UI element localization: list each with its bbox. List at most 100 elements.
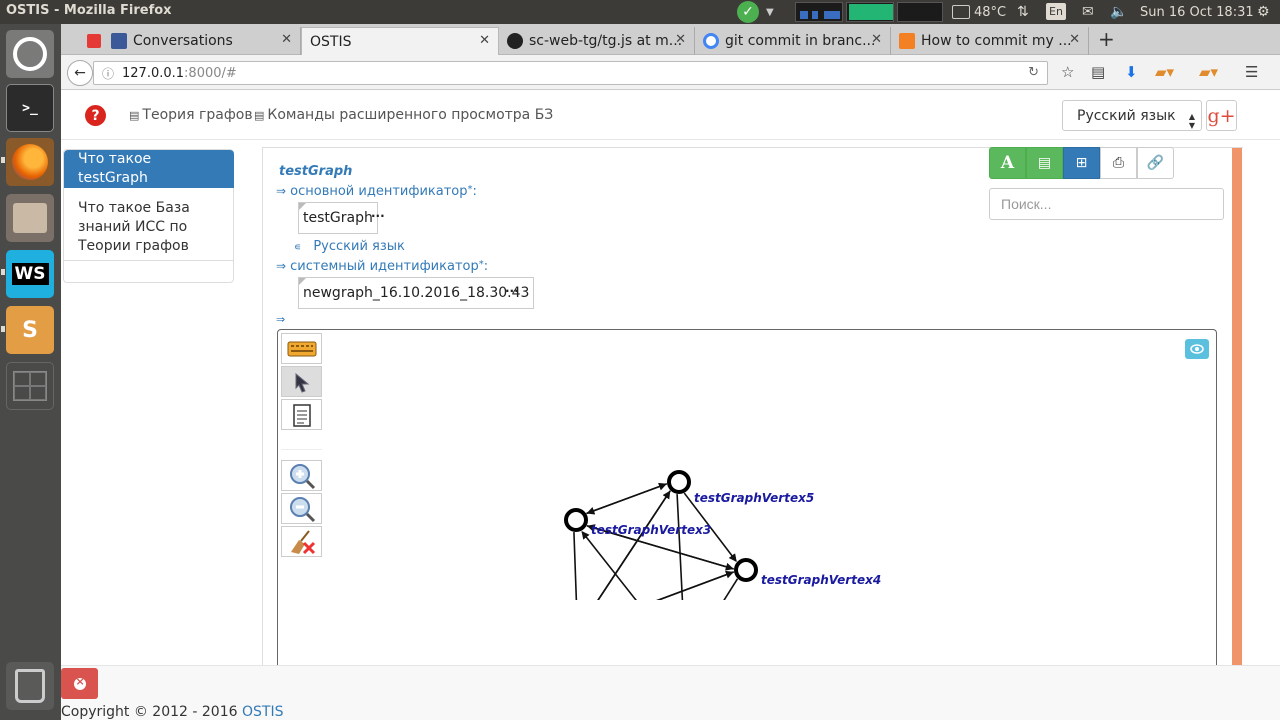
- graph-arc[interactable]: [676, 494, 685, 600]
- clear-canvas-icon[interactable]: [281, 526, 322, 557]
- language-select[interactable]: Русский язык ▲ ▼: [1062, 100, 1202, 131]
- graph-arc[interactable]: [586, 483, 668, 515]
- document-view-icon[interactable]: ▤: [1026, 147, 1063, 179]
- close-icon[interactable]: ✕: [1069, 32, 1080, 47]
- close-icon[interactable]: ✕: [675, 32, 686, 47]
- close-icon[interactable]: ✕: [479, 33, 490, 48]
- tab-google[interactable]: git commit in branc... ✕: [695, 27, 891, 55]
- graph-arc[interactable]: [581, 530, 679, 600]
- graph-vertex[interactable]: [564, 508, 588, 532]
- keyboard-icon[interactable]: [281, 333, 322, 364]
- tab-ostis[interactable]: OSTIS ✕: [301, 27, 499, 55]
- eye-icon[interactable]: [1185, 339, 1209, 359]
- chip-icon: [952, 5, 970, 19]
- ubuntu-dash-icon[interactable]: [6, 30, 54, 78]
- error-log-button[interactable]: [61, 668, 98, 699]
- network-transfer-icon[interactable]: ⇅: [1017, 0, 1029, 24]
- ostis-link[interactable]: OSTIS: [242, 704, 283, 720]
- zoom-out-icon[interactable]: [281, 493, 322, 524]
- hamburger-menu-icon[interactable]: ☰: [1245, 63, 1258, 81]
- clock[interactable]: Sun 16 Oct 18:31: [1140, 0, 1254, 24]
- back-arrow-icon[interactable]: ←: [67, 60, 93, 86]
- more-dots-icon[interactable]: ...: [371, 206, 385, 220]
- graph-arc[interactable]: [590, 570, 734, 600]
- tab-github[interactable]: sc-web-tg/tg.js at m... ✕: [499, 27, 695, 55]
- close-icon[interactable]: ✕: [871, 32, 882, 47]
- graph-view[interactable]: testGraphVertex5 testGraphVertex3 testGrap…: [491, 380, 911, 600]
- system-identifier-value[interactable]: newgraph_16.10.2016_18.30.43: [298, 277, 535, 309]
- close-icon[interactable]: ✕: [281, 32, 292, 47]
- help-icon[interactable]: ?: [85, 105, 106, 126]
- zoom-in-icon[interactable]: [281, 460, 322, 491]
- url-host: 127.0.0.1: [122, 65, 185, 81]
- google-plus-button[interactable]: g+: [1206, 100, 1237, 131]
- keyboard-layout-indicator[interactable]: En: [1046, 3, 1066, 20]
- grid-view-icon[interactable]: ⊞: [1063, 147, 1100, 179]
- url-bar[interactable]: ⓘ 127.0.0.1 :8000/# ↻: [93, 61, 1048, 85]
- trash-icon[interactable]: [6, 662, 54, 710]
- graph-arc[interactable]: [591, 571, 735, 600]
- menu-item-kb-commands[interactable]: ▤ Команды расширенного просмотра БЗ: [254, 107, 553, 123]
- kb-title[interactable]: testGraph: [279, 164, 352, 179]
- vertex-label[interactable]: testGraphVertex3: [591, 523, 711, 537]
- main-identifier-relation[interactable]: ⇒ основной идентификатор*:: [276, 184, 477, 199]
- info-icon[interactable]: ⓘ: [102, 65, 114, 82]
- dropdown-arrow-icon[interactable]: ▼: [766, 0, 774, 24]
- language-label: Русский язык: [313, 239, 405, 254]
- more-dots-icon[interactable]: ...: [505, 281, 519, 295]
- vertex-label[interactable]: testGraphVertex5: [694, 491, 814, 505]
- power-icon[interactable]: ⚙: [1257, 0, 1270, 24]
- download-icon[interactable]: ⬇: [1125, 63, 1138, 81]
- text-view-button[interactable]: A: [989, 147, 1026, 179]
- reading-list-icon[interactable]: ▤: [1091, 63, 1105, 81]
- page: ? ▤ Теория графов ▤ Команды расширенного…: [61, 90, 1280, 720]
- volume-icon[interactable]: 🔈: [1110, 0, 1127, 24]
- graph-vertex[interactable]: [667, 470, 691, 494]
- main-identifier-value[interactable]: testGraph: [298, 202, 378, 234]
- cpu-monitor-icon[interactable]: [897, 2, 943, 22]
- network-monitor-icon[interactable]: [795, 2, 843, 22]
- sidebar-item-testgraph[interactable]: Что такое testGraph: [64, 150, 234, 188]
- tab-label: git commit in branc...: [725, 33, 876, 49]
- folder-icon[interactable]: ▰▾: [1199, 63, 1218, 81]
- new-tab-plus-icon[interactable]: +: [1098, 27, 1115, 51]
- bookmark-star-icon[interactable]: ☆: [1061, 63, 1074, 81]
- menu-item-graph-theory[interactable]: ▤ Теория графов: [129, 107, 253, 123]
- vertex-label[interactable]: testGraphVertex4: [761, 573, 881, 587]
- unity-launcher: >_ WS S: [0, 24, 61, 720]
- graph-vertex[interactable]: [734, 558, 758, 582]
- terminal-icon[interactable]: >_: [6, 84, 54, 132]
- temperature-indicator[interactable]: 48°C: [952, 0, 1006, 24]
- folder-icon[interactable]: ▰▾: [1155, 63, 1174, 81]
- graph-arc[interactable]: [693, 578, 739, 600]
- temperature-value: 48°C: [974, 4, 1007, 20]
- tab-label: Conversations: [133, 33, 233, 49]
- system-identifier-relation[interactable]: ⇒ системный идентификатор*:: [276, 259, 488, 274]
- sublime-text-icon[interactable]: S: [6, 306, 54, 354]
- tab-conversations[interactable]: Conversations ✕: [79, 27, 301, 55]
- relation-arrow-icon: ⇒: [276, 259, 287, 273]
- search-input[interactable]: [989, 188, 1224, 220]
- update-check-icon[interactable]: ✓: [737, 1, 759, 23]
- webstorm-icon[interactable]: WS: [6, 250, 54, 298]
- tab-stackoverflow[interactable]: How to commit my ... ✕: [891, 27, 1089, 55]
- firefox-icon[interactable]: [6, 138, 54, 186]
- graph-arc[interactable]: [585, 490, 671, 600]
- browser-nav-bar: ← ⓘ 127.0.0.1 :8000/# ↻ ☆ ▤ ⬇ ▰▾ ▰▾ ☰: [61, 55, 1280, 90]
- mail-icon[interactable]: ✉: [1082, 0, 1094, 24]
- notes-tool-icon[interactable]: [281, 399, 322, 430]
- files-icon[interactable]: [6, 194, 54, 242]
- footer: Copyright © 2012 - 2016 OSTIS: [61, 665, 1280, 720]
- language-link[interactable]: ∊ Русский язык: [294, 239, 405, 254]
- memory-monitor-icon[interactable]: [846, 2, 894, 22]
- relation-arrow-icon[interactable]: ⇒: [276, 313, 285, 326]
- url-path: :8000/#: [184, 65, 237, 81]
- scrollbar-thumb[interactable]: [1232, 148, 1242, 678]
- graph-arc[interactable]: [573, 532, 578, 600]
- sidebar-item-kb[interactable]: Что такое База знаний ИСС по Теории граф…: [64, 189, 234, 261]
- print-icon[interactable]: ⎙: [1100, 147, 1137, 179]
- link-icon[interactable]: 🔗: [1137, 147, 1174, 179]
- workspace-switcher-icon[interactable]: [6, 362, 54, 410]
- reload-icon[interactable]: ↻: [1028, 65, 1039, 80]
- pointer-tool-icon[interactable]: [281, 366, 322, 397]
